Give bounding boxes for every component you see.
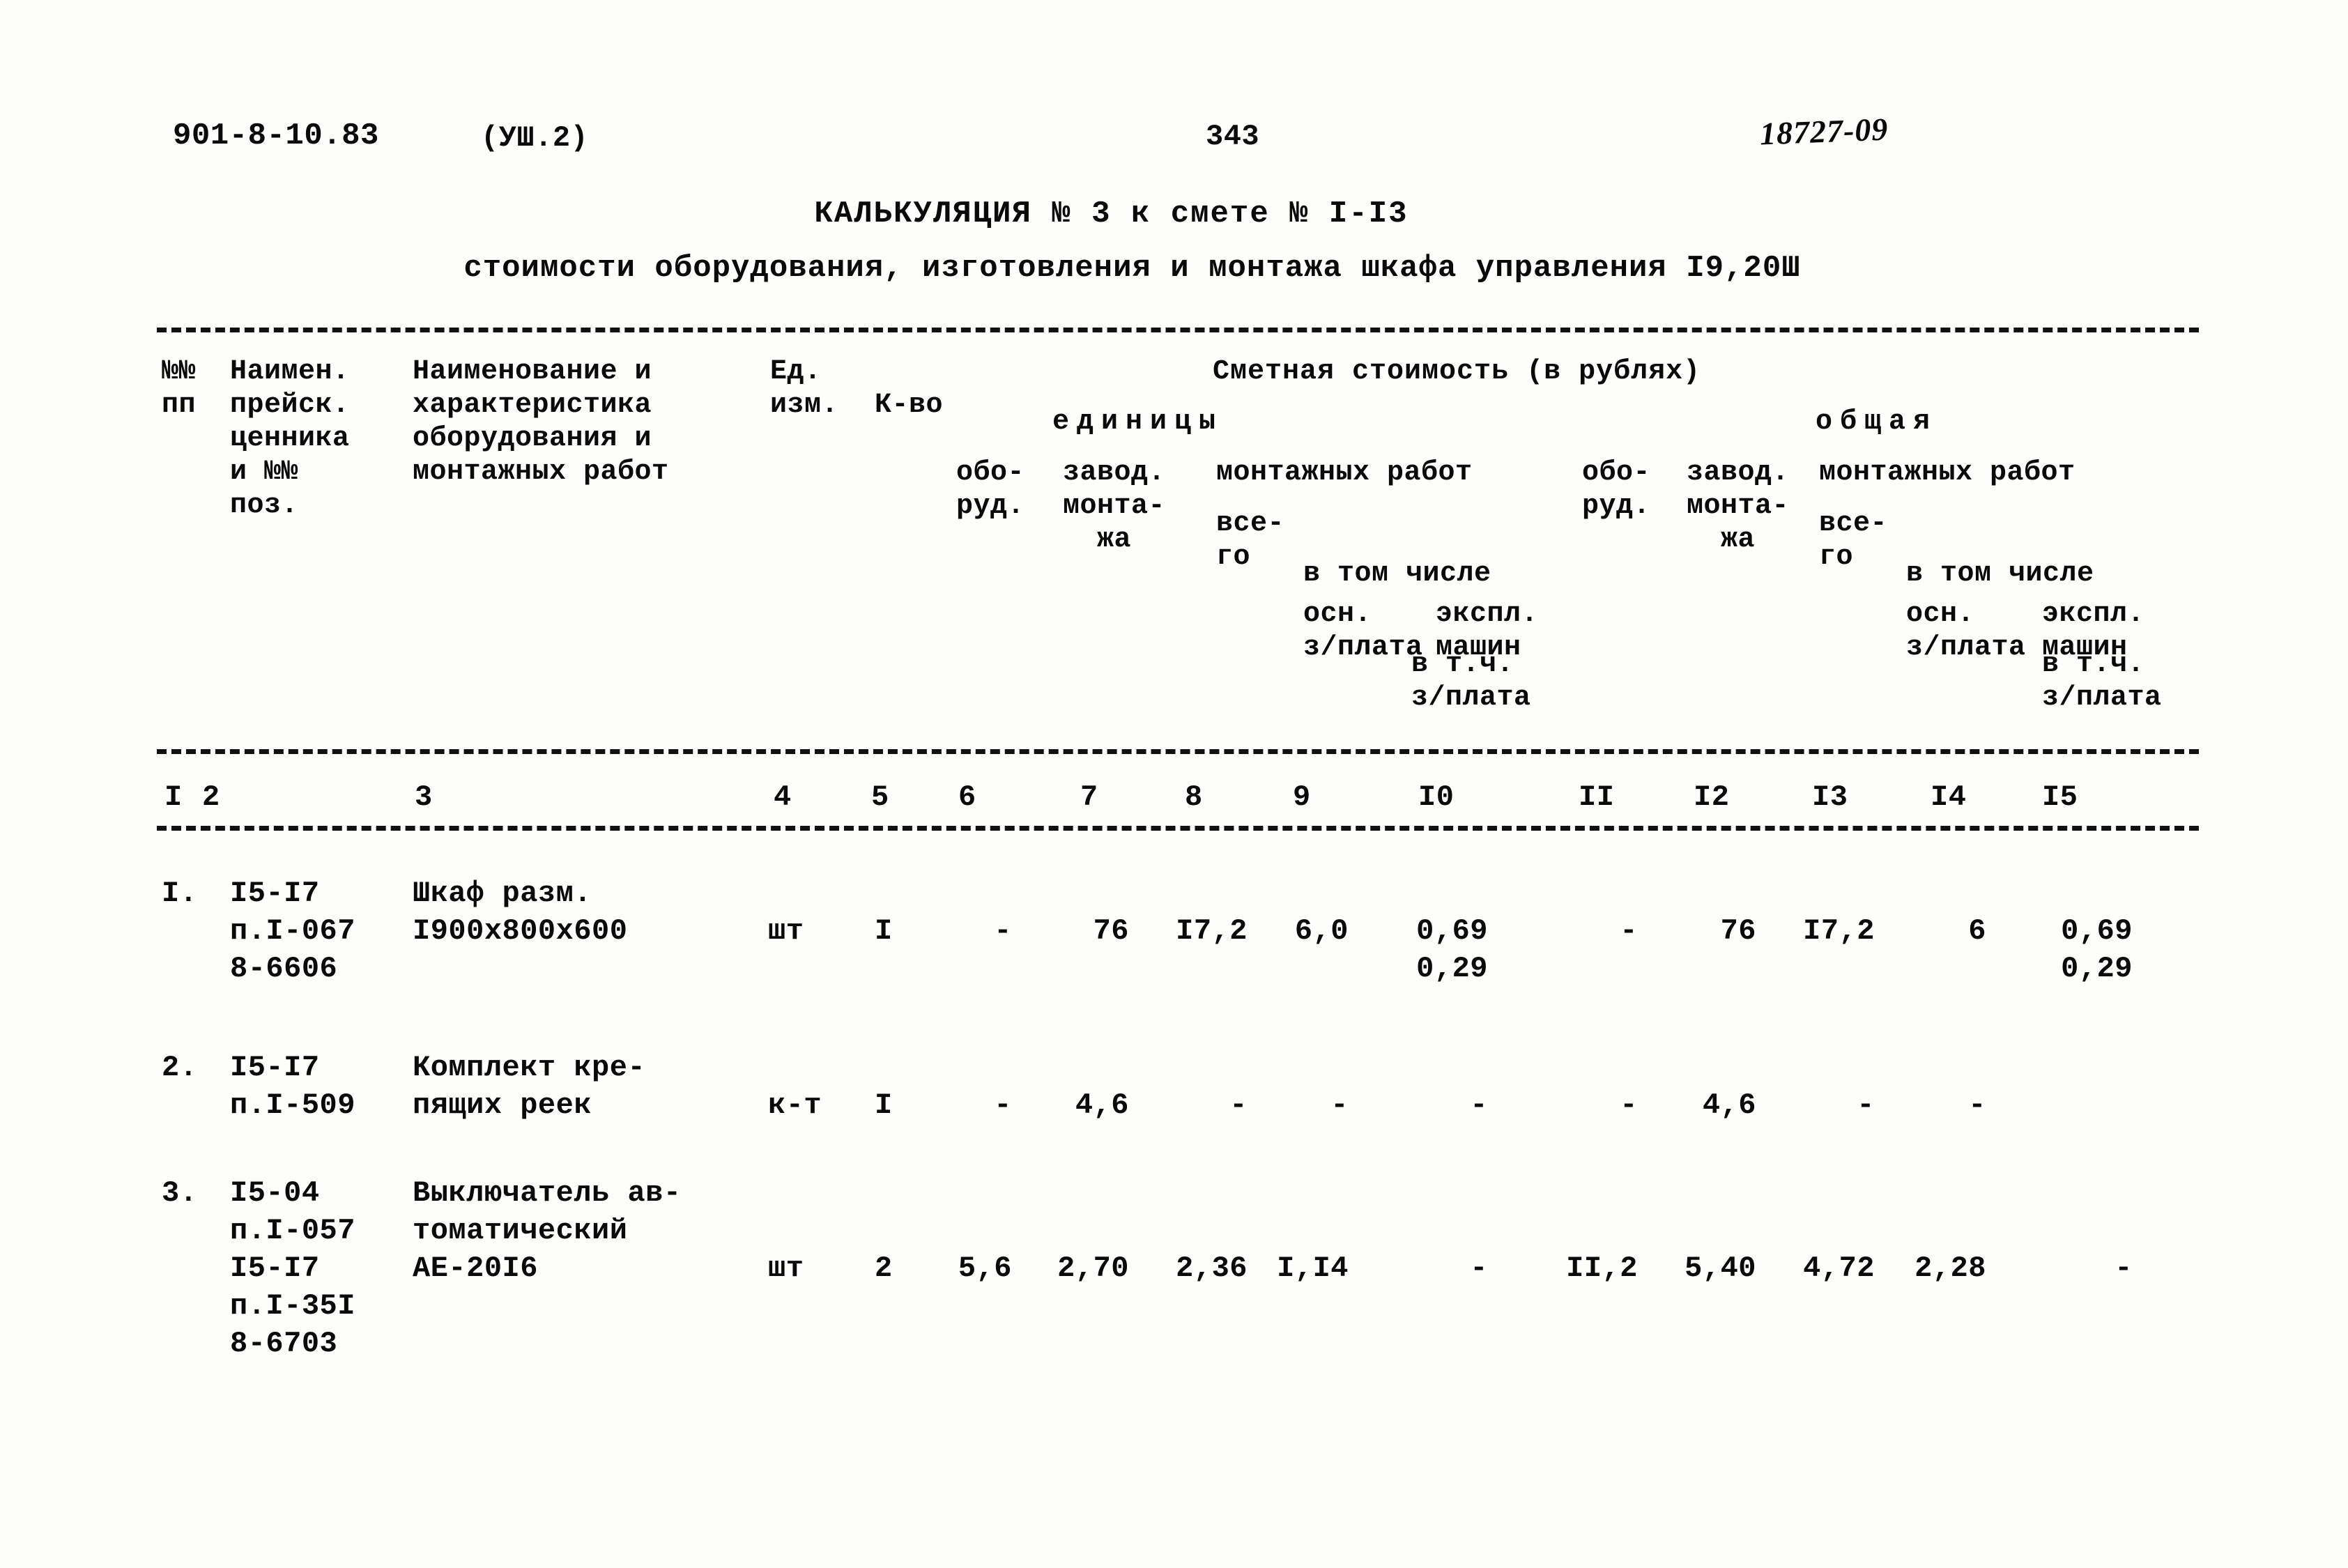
- header-unit-install-works: монтажных работ: [1216, 457, 1473, 489]
- row-index: 2.: [162, 1051, 198, 1084]
- column-number-9: 9: [1293, 781, 1311, 814]
- header-overall-basic-wage: осн. з/плата: [1906, 599, 2026, 663]
- row-quantity: I: [875, 914, 893, 948]
- row-unit-works-basic-wage: -: [1330, 1089, 1349, 1122]
- row-overall-equipment: -: [1620, 1089, 1638, 1122]
- row-unit-works-total: -: [1229, 1089, 1248, 1122]
- header-col-name: Наименование и характеристика оборудован…: [413, 356, 669, 488]
- row-overall-factory-assembly: 5,40: [1685, 1252, 1756, 1285]
- row-unit-works-machines: -: [1470, 1252, 1488, 1285]
- header-overall-machines: экспл. машин: [2042, 599, 2145, 663]
- header-col-num-pp: №№ пп: [162, 356, 197, 421]
- column-number-I3: I3: [1812, 781, 1848, 814]
- header-group-total-cost: Сметная стоимость (в рублях): [1213, 356, 1701, 387]
- column-number-6: 6: [958, 781, 976, 814]
- header-overall-equipment: обо- руд.: [1582, 457, 1651, 522]
- column-number-I: I: [164, 781, 183, 814]
- row-overall-factory-assembly: 4,6: [1702, 1089, 1756, 1122]
- column-number-4: 4: [774, 781, 792, 814]
- header-overall-install-works: монтажных работ: [1819, 457, 2075, 489]
- row-unit-equipment: -: [994, 914, 1012, 948]
- table-rule-colnum-bottom: [157, 826, 2199, 831]
- header-group-per-unit: единицы: [1052, 406, 1224, 438]
- header-unit-basic-wage: осн. з/плата: [1303, 599, 1423, 663]
- table-rule-header-bottom: [157, 749, 2199, 754]
- header-unit-including: в том числе: [1303, 558, 1491, 590]
- header-group-overall: общая: [1816, 406, 1938, 438]
- row-unit-works-basic-wage: 6,0: [1294, 914, 1349, 948]
- header-unit-equipment: обо- руд.: [956, 457, 1025, 522]
- row-price-list-ref: I5-04 п.I-057 I5-I7 п.I-35I 8-6703: [230, 1176, 355, 1360]
- table-column-numbers: I 2 3 4 5 6 7 8 9 I0 II I2 I3 I4 I5: [0, 781, 2348, 822]
- row-unit-works-total: I7,2: [1176, 914, 1248, 948]
- header-col-unit: Ед. изм.: [770, 356, 839, 421]
- column-number-II: II: [1579, 781, 1615, 814]
- column-number-I0: I0: [1418, 781, 1455, 814]
- row-price-list-ref: I5-I7 п.I-509: [230, 1051, 355, 1122]
- row-overall-works-basic-wage: 2,28: [1915, 1252, 1986, 1285]
- table-rule-top: [157, 328, 2199, 332]
- row-unit-works-machines: -: [1470, 1089, 1488, 1122]
- row-quantity: 2: [875, 1252, 893, 1285]
- column-number-8: 8: [1185, 781, 1203, 814]
- row-unit-of-measure: шт: [768, 914, 804, 948]
- header-unit-total-all: все- го: [1216, 508, 1285, 573]
- row-overall-works-total: I7,2: [1803, 914, 1875, 948]
- row-item-name: Шкаф разм. I900x800x600: [413, 877, 628, 948]
- row-price-list-ref: I5-I7 п.I-067 8-6606: [230, 877, 355, 985]
- header-unit-factory-assembly: завод. монта- жа: [1063, 457, 1166, 555]
- row-unit-of-measure: шт: [768, 1252, 804, 1285]
- header-col-price-list: Наимен. прейск. ценника и №№ поз.: [230, 356, 350, 521]
- document-page: 901-8-10.83 (УШ.2) 343 18727-09 КАЛЬКУЛЯ…: [0, 0, 2348, 1568]
- row-overall-equipment: -: [1620, 914, 1638, 948]
- row-unit-of-measure: к-т: [768, 1089, 822, 1122]
- row-item-name: Выключатель ав- томатический АЕ-20I6: [413, 1176, 682, 1285]
- row-unit-equipment: 5,6: [958, 1252, 1012, 1285]
- row-overall-works-basic-wage: -: [1968, 1089, 1986, 1122]
- row-overall-works-machines: 0,69 0,29: [2061, 914, 2133, 985]
- row-unit-factory-assembly: 76: [1093, 914, 1129, 948]
- row-overall-works-total: -: [1857, 1089, 1875, 1122]
- header-overall-factory-assembly: завод. монта- жа: [1687, 457, 1790, 555]
- row-unit-equipment: -: [994, 1089, 1012, 1122]
- column-number-I2: I2: [1694, 781, 1730, 814]
- column-number-I5: I5: [2042, 781, 2078, 814]
- row-overall-equipment: II,2: [1566, 1252, 1638, 1285]
- document-code: 901-8-10.83: [173, 118, 379, 153]
- row-unit-factory-assembly: 2,70: [1057, 1252, 1129, 1285]
- page-header: 901-8-10.83 (УШ.2) 343 18727-09: [0, 111, 2348, 167]
- archive-stamp-code: 18727-09: [1759, 111, 1889, 152]
- column-number-7: 7: [1080, 781, 1098, 814]
- column-number-3: 3: [415, 781, 433, 814]
- row-item-name: Комплект кре- пящих реек: [413, 1051, 646, 1122]
- header-overall-total-all: все- го: [1819, 508, 1888, 573]
- document-title-line1: КАЛЬКУЛЯЦИЯ № 3 к смете № I-I3: [814, 197, 1409, 231]
- row-quantity: I: [875, 1089, 893, 1122]
- row-index: 3.: [162, 1176, 198, 1210]
- row-unit-works-basic-wage: I,I4: [1277, 1252, 1349, 1285]
- column-number-I4: I4: [1931, 781, 1967, 814]
- document-variant: (УШ.2): [481, 121, 589, 155]
- row-unit-works-total: 2,36: [1176, 1252, 1248, 1285]
- row-index: I.: [162, 877, 198, 910]
- column-number-2: 2: [202, 781, 220, 814]
- row-unit-works-machines: 0,69 0,29: [1416, 914, 1488, 985]
- header-overall-including: в том числе: [1906, 558, 2094, 590]
- row-overall-factory-assembly: 76: [1720, 914, 1756, 948]
- row-unit-factory-assembly: 4,6: [1075, 1089, 1129, 1122]
- row-overall-works-basic-wage: 6: [1968, 914, 1986, 948]
- row-overall-works-total: 4,72: [1803, 1252, 1875, 1285]
- row-overall-works-machines: -: [2115, 1252, 2133, 1285]
- page-number: 343: [1206, 120, 1260, 153]
- column-number-5: 5: [871, 781, 889, 814]
- document-title-line2: стоимости оборудования, изготовления и м…: [463, 251, 1801, 286]
- header-col-quantity: К-во: [875, 390, 944, 421]
- header-unit-machines: экспл. машин: [1436, 599, 1539, 663]
